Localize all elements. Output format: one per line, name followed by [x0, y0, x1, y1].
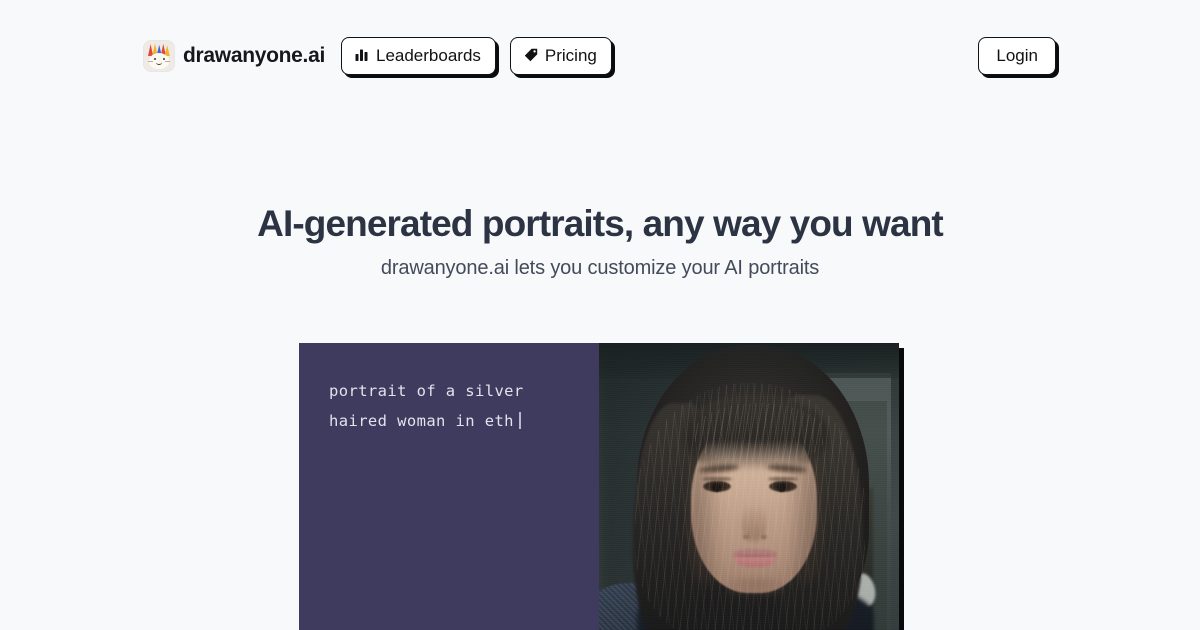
photo-nostril-right	[761, 535, 767, 539]
generated-portrait-image	[599, 343, 899, 630]
login-button[interactable]: Login	[978, 36, 1056, 76]
photo-yellow-object	[833, 491, 859, 507]
photo-eyebrow-right	[766, 463, 808, 474]
brand-name: drawanyone.ai	[183, 44, 325, 67]
photo-eyelid-left	[702, 477, 732, 481]
photo-blue-knit-sweater	[599, 583, 711, 630]
brand[interactable]: drawanyone.ai	[144, 41, 325, 71]
photo-doorway	[819, 401, 887, 630]
nav-leaderboards-label: Leaderboards	[375, 45, 481, 65]
photo-pupil-right	[777, 483, 786, 492]
photo-white-cloth	[850, 571, 878, 609]
photo-lip-line	[735, 555, 775, 557]
photo-eye-right	[769, 481, 797, 492]
nav-leaderboards-button[interactable]: Leaderboards	[340, 36, 496, 76]
photo-nose	[742, 505, 766, 541]
demo-card: portrait of a silver haired woman in eth	[299, 343, 899, 630]
photo-hair-highlights	[635, 383, 865, 630]
page-subtitle: drawanyone.ai lets you customize your AI…	[380, 256, 820, 279]
nav-pricing-button[interactable]: Pricing	[509, 36, 612, 76]
photo-left-shadow	[599, 343, 719, 630]
photo-door-frame	[794, 373, 891, 630]
primary-nav: Leaderboards Pricing	[340, 36, 612, 76]
photo-bangs	[683, 395, 829, 471]
cat-eye-right	[163, 58, 165, 60]
photo-room-wall	[599, 343, 899, 630]
site-header: drawanyone.ai Leaderboards Pricing Login	[0, 0, 1200, 112]
prompt-input-pane[interactable]: portrait of a silver haired woman in eth	[299, 343, 599, 630]
photo-hair	[637, 345, 869, 630]
prompt-text: portrait of a silver haired woman in eth	[329, 382, 534, 430]
photo-face-shadow-right	[785, 423, 821, 583]
photo-shelf-clutter	[823, 488, 873, 630]
page-title: AI-generated portraits, any way you want	[257, 203, 944, 244]
photo-bangs-strands	[695, 403, 823, 461]
photo-hair-left	[633, 403, 705, 630]
cat-whisker	[148, 61, 153, 62]
photo-face	[691, 415, 817, 593]
cat-with-crown-icon	[144, 41, 174, 71]
bar-chart-icon	[355, 48, 369, 62]
cat-whisker	[165, 61, 170, 62]
photo-upper-lip	[733, 549, 777, 558]
photo-face-shadow-left	[689, 423, 723, 583]
nav-pricing-label: Pricing	[544, 45, 597, 65]
photo-pupil-left	[712, 483, 721, 492]
cat-mouth	[156, 60, 162, 65]
hero-section: AI-generated portraits, any way you want…	[0, 202, 1200, 280]
photo-grain	[599, 343, 899, 630]
price-tag-icon	[524, 48, 538, 62]
photo-ceiling-shadow	[599, 343, 899, 379]
photo-nostril-left	[743, 535, 749, 539]
text-caret	[518, 412, 521, 429]
photo-chin-shadow	[727, 579, 785, 595]
photo-eyebrow-left	[698, 463, 740, 474]
photo-hair-right	[777, 395, 863, 630]
photo-lower-lip	[735, 556, 775, 567]
photo-shoulders	[637, 579, 873, 630]
photo-color-grade	[599, 343, 899, 630]
photo-eye-left	[703, 481, 731, 492]
photo-neck	[715, 571, 789, 630]
page-root: drawanyone.ai Leaderboards Pricing Login…	[0, 0, 1200, 630]
photo-eyelid-right	[768, 477, 798, 481]
